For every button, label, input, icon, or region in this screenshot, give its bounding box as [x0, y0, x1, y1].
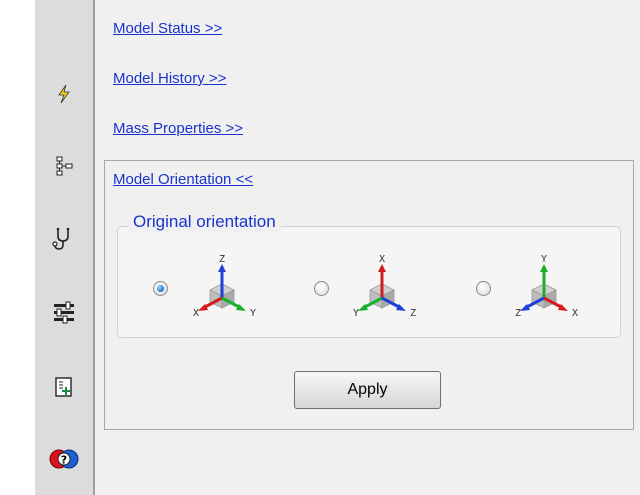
- apply-button[interactable]: Apply: [294, 371, 441, 409]
- axes-icon-3: Y Z X: [515, 254, 578, 319]
- axis-label-top-2: X: [379, 254, 385, 265]
- orientation-group-label: Original orientation: [128, 212, 281, 232]
- svg-text:?: ?: [61, 454, 67, 467]
- model-orientation-link[interactable]: Model Orientation <<: [113, 171, 253, 188]
- axes-icon-1: Z X Y: [193, 254, 256, 319]
- add-page-icon[interactable]: [49, 372, 79, 402]
- mass-properties-link[interactable]: Mass Properties >>: [113, 120, 243, 137]
- hierarchy-icon[interactable]: [49, 151, 79, 181]
- orientation-radio-2[interactable]: [314, 281, 329, 296]
- orientation-radio-1[interactable]: [153, 281, 168, 296]
- sliders-icon[interactable]: [49, 298, 79, 328]
- axes-icon-2: X Y Z: [353, 254, 416, 319]
- axis-label-right-2: Z: [410, 308, 416, 319]
- stethoscope-icon[interactable]: [49, 224, 79, 254]
- axis-label-right-1: Y: [250, 308, 256, 319]
- model-status-link[interactable]: Model Status >>: [113, 20, 222, 37]
- axis-label-left-3: Z: [515, 308, 521, 319]
- axis-label-left-1: X: [193, 308, 199, 319]
- lightning-icon[interactable]: [49, 79, 79, 109]
- axis-label-right-3: X: [572, 308, 578, 319]
- axis-label-left-2: Y: [353, 308, 359, 319]
- orientation-radio-3[interactable]: [476, 281, 491, 296]
- help-icon[interactable]: ?: [49, 444, 79, 474]
- axis-label-top-3: Y: [541, 254, 547, 265]
- model-history-link[interactable]: Model History >>: [113, 70, 226, 87]
- axis-label-top-1: Z: [219, 254, 225, 265]
- side-toolbar: ?: [35, 0, 95, 495]
